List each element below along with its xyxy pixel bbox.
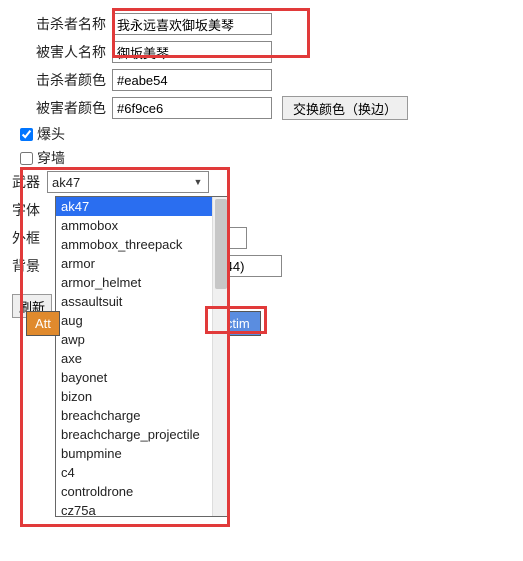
wallbang-label: 穿墙	[37, 148, 65, 168]
weapon-option-armor_helmet[interactable]: armor_helmet	[56, 273, 212, 292]
victim-name-input[interactable]	[112, 41, 272, 63]
weapon-option-ak47[interactable]: ak47	[56, 197, 212, 216]
attacker-name-input[interactable]	[112, 13, 272, 35]
weapon-option-bizon[interactable]: bizon	[56, 387, 212, 406]
scrollbar-thumb[interactable]	[215, 199, 227, 289]
attacker-color-input[interactable]	[112, 69, 272, 91]
wallbang-checkbox[interactable]	[20, 152, 33, 165]
weapon-option-cz75a[interactable]: cz75a	[56, 501, 212, 516]
headshot-label: 爆头	[37, 124, 65, 144]
scrollbar[interactable]	[212, 197, 229, 516]
font-label: 字体	[12, 200, 47, 220]
border-label: 外框	[12, 228, 47, 248]
weapon-option-ammobox_threepack[interactable]: ammobox_threepack	[56, 235, 212, 254]
weapon-option-breachcharge[interactable]: breachcharge	[56, 406, 212, 425]
attacker-name-label: 击杀者名称	[12, 14, 112, 34]
weapon-select-value: ak47	[52, 175, 80, 190]
weapon-option-ammobox[interactable]: ammobox	[56, 216, 212, 235]
weapon-dropdown-list: ak47ammoboxammobox_threepackarmorarmor_h…	[56, 197, 212, 516]
weapon-label: 武器	[12, 172, 47, 192]
swap-colors-button[interactable]: 交换颜色（换边）	[282, 96, 408, 120]
victim-color-input[interactable]	[112, 97, 272, 119]
weapon-option-bayonet[interactable]: bayonet	[56, 368, 212, 387]
weapon-option-awp[interactable]: awp	[56, 330, 212, 349]
chevron-down-icon: ▼	[189, 173, 207, 191]
bg-label: 背景	[12, 256, 47, 276]
attacker-color-label: 击杀者颜色	[12, 70, 112, 90]
victim-name-label: 被害人名称	[12, 42, 112, 62]
weapon-option-armor[interactable]: armor	[56, 254, 212, 273]
weapon-dropdown-panel[interactable]: ak47ammoboxammobox_threepackarmorarmor_h…	[55, 196, 230, 517]
attacker-tag: Att	[26, 311, 60, 336]
headshot-checkbox[interactable]	[20, 128, 33, 141]
weapon-option-axe[interactable]: axe	[56, 349, 212, 368]
weapon-option-bumpmine[interactable]: bumpmine	[56, 444, 212, 463]
weapon-option-aug[interactable]: aug	[56, 311, 212, 330]
weapon-option-assaultsuit[interactable]: assaultsuit	[56, 292, 212, 311]
weapon-option-controldrone[interactable]: controldrone	[56, 482, 212, 501]
weapon-option-breachcharge_projectile[interactable]: breachcharge_projectile	[56, 425, 212, 444]
weapon-select[interactable]: ak47 ▼	[47, 171, 209, 193]
weapon-option-c4[interactable]: c4	[56, 463, 212, 482]
victim-color-label: 被害者颜色	[12, 98, 112, 118]
